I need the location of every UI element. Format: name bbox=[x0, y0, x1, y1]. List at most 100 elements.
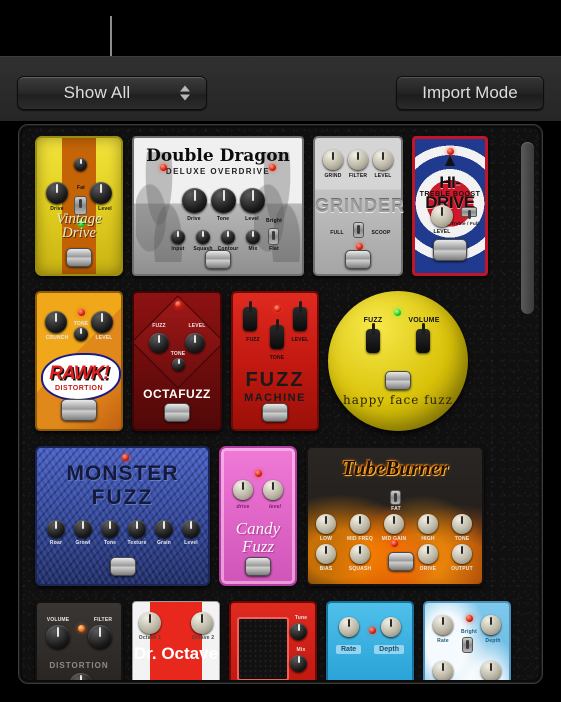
knob-level[interactable] bbox=[293, 300, 307, 331]
pedal-item-rawk-distortion[interactable]: CRUNCH TONE LEVEL RAWK! DISTORTION bbox=[35, 290, 123, 431]
knob-crunch[interactable] bbox=[45, 310, 67, 333]
pedal-grid-scroll-area[interactable]: Drive Level Fat Vintage Drive Double Dra… bbox=[22, 128, 539, 680]
knob-growl[interactable] bbox=[74, 519, 92, 538]
knob-volume[interactable] bbox=[46, 624, 70, 649]
knob-input[interactable] bbox=[171, 229, 185, 244]
toggle-fat[interactable] bbox=[390, 489, 401, 505]
footswitch[interactable] bbox=[262, 402, 288, 422]
knob-fuzz[interactable] bbox=[149, 332, 169, 353]
knob-drive[interactable] bbox=[46, 181, 68, 204]
knob-level[interactable] bbox=[90, 181, 112, 204]
vertical-scrollbar[interactable] bbox=[520, 134, 535, 674]
pedal-item-octafuzz[interactable]: FUZZ LEVEL TONE OCTAFUZZ bbox=[132, 290, 222, 431]
knob-tone[interactable] bbox=[101, 519, 119, 538]
pedal-item-distortion[interactable]: VOLUME FILTER DISTORTION bbox=[35, 600, 123, 680]
knob-level[interactable] bbox=[373, 149, 393, 170]
knob-filter[interactable] bbox=[88, 624, 112, 649]
knob-rate[interactable] bbox=[339, 616, 359, 637]
pedal-item-rate-depth-blue[interactable]: Rate Depth bbox=[326, 600, 414, 680]
knob-level[interactable] bbox=[185, 332, 205, 353]
pedal-item-happy-face-fuzz[interactable]: FUZZ VOLUME happy face fuzz bbox=[328, 290, 468, 431]
knob-squash[interactable] bbox=[350, 543, 370, 564]
knob-mix[interactable] bbox=[246, 229, 260, 244]
pedal-item-hi-drive[interactable]: HI-DRIVE TREBLE BOOST LEVEL Treble / Ful… bbox=[412, 135, 488, 276]
pedal-item-sky-chorus[interactable]: Rate Bright Depth bbox=[423, 600, 511, 680]
knob-filter[interactable] bbox=[348, 149, 368, 170]
knob-label-roar: Roar bbox=[49, 539, 63, 546]
pedal-item-tube-burner[interactable]: TubeBurner FAT LOW MID FREQ MID GAIN HIG… bbox=[306, 445, 484, 586]
pedal-item-vintage-drive[interactable]: Drive Level Fat Vintage Drive bbox=[35, 135, 123, 276]
footswitch[interactable] bbox=[66, 247, 92, 267]
pedal-item-tune-mix-red[interactable]: Tune Mix bbox=[229, 600, 317, 680]
display-screen bbox=[237, 616, 289, 680]
footswitch[interactable] bbox=[164, 402, 190, 422]
pedal-item-grinder[interactable]: GRIND FILTER LEVEL GRINDER FULL SCOOP bbox=[313, 135, 404, 276]
toggle-treble-full[interactable] bbox=[461, 206, 477, 219]
led-indicator bbox=[447, 147, 454, 155]
knob-grain[interactable] bbox=[155, 519, 173, 538]
knob-label-fuzz: FUZZ bbox=[152, 322, 166, 329]
knob-contour[interactable] bbox=[221, 229, 235, 244]
pedal-item-fuzz-machine[interactable]: FUZZ TONE LEVEL FUZZ MACHINE bbox=[231, 290, 319, 431]
knob-tune[interactable] bbox=[290, 622, 307, 640]
scrollbar-thumb[interactable] bbox=[521, 142, 534, 314]
knob-rate[interactable] bbox=[433, 614, 453, 635]
knob-volume[interactable] bbox=[416, 322, 430, 353]
knob-fuzz[interactable] bbox=[243, 300, 257, 331]
knob-fuzz[interactable] bbox=[366, 322, 380, 353]
knob-output[interactable] bbox=[452, 543, 472, 564]
pedal-row: MONSTER FUZZ Roar Growl Tone Texture Gra… bbox=[22, 438, 539, 593]
knob-octave-2[interactable] bbox=[191, 611, 213, 634]
toggle-full-scoop[interactable] bbox=[353, 221, 364, 238]
knob-texture[interactable] bbox=[128, 519, 146, 538]
footswitch[interactable] bbox=[61, 398, 97, 421]
knob-extra-right[interactable] bbox=[481, 660, 501, 680]
footswitch[interactable] bbox=[385, 370, 411, 390]
knob-roar[interactable] bbox=[47, 519, 65, 538]
chevron-updown-icon[interactable] bbox=[180, 85, 190, 101]
knob-octave-1[interactable] bbox=[139, 611, 161, 634]
knob-grind[interactable] bbox=[323, 149, 343, 170]
knob-tone[interactable] bbox=[74, 326, 88, 341]
knob-depth[interactable] bbox=[481, 614, 501, 635]
knob-label-level: LEVEL bbox=[291, 336, 309, 343]
knob-level[interactable] bbox=[91, 310, 113, 333]
toggle-bright-flat[interactable] bbox=[268, 227, 279, 245]
knob-label-octave-2: Octave 2 bbox=[191, 634, 215, 641]
footswitch[interactable] bbox=[245, 556, 271, 576]
knob-drive[interactable] bbox=[418, 543, 438, 564]
knob-drive[interactable] bbox=[182, 187, 207, 213]
pedal-item-dr-octave[interactable]: Octave 1 Octave 2 Dr. Octave bbox=[132, 600, 220, 680]
knob-tone[interactable] bbox=[172, 357, 185, 371]
knob-squash[interactable] bbox=[196, 229, 210, 244]
knob-bias[interactable] bbox=[316, 543, 336, 564]
knob-tone[interactable] bbox=[452, 513, 472, 534]
knob-level[interactable] bbox=[431, 204, 453, 227]
toggle-bright[interactable] bbox=[462, 636, 473, 653]
knob-small-top[interactable] bbox=[74, 157, 87, 171]
pedal-item-monster-fuzz[interactable]: MONSTER FUZZ Roar Growl Tone Texture Gra… bbox=[35, 445, 210, 586]
filter-popup-button[interactable]: Show All bbox=[17, 76, 207, 110]
knob-extra-left[interactable] bbox=[433, 660, 453, 680]
knob-high[interactable] bbox=[418, 513, 438, 534]
footswitch[interactable] bbox=[388, 551, 414, 571]
footswitch[interactable] bbox=[345, 249, 371, 269]
knob-tone[interactable] bbox=[211, 187, 236, 213]
footswitch[interactable] bbox=[205, 249, 231, 269]
footswitch[interactable] bbox=[433, 238, 467, 261]
pedal-item-double-dragon[interactable]: Double Dragon DELUXE OVERDRIVE Drive Ton… bbox=[132, 135, 304, 276]
knob-drive[interactable] bbox=[233, 479, 253, 500]
pedal-item-candy-fuzz[interactable]: drive level Candy Fuzz bbox=[219, 445, 297, 586]
knob-low[interactable] bbox=[316, 513, 336, 534]
knob-mix[interactable] bbox=[290, 654, 307, 672]
knob-level[interactable] bbox=[182, 519, 200, 538]
footswitch[interactable] bbox=[109, 556, 136, 576]
knob-level[interactable] bbox=[263, 479, 283, 500]
knob-mid-freq[interactable] bbox=[350, 513, 370, 534]
knob-tone[interactable] bbox=[270, 318, 284, 349]
knob-mid-gain[interactable] bbox=[384, 513, 404, 534]
knob-level[interactable] bbox=[240, 187, 265, 213]
import-mode-button[interactable]: Import Mode bbox=[396, 76, 544, 110]
knob-depth[interactable] bbox=[381, 616, 401, 637]
knob-distortion[interactable] bbox=[69, 672, 93, 680]
